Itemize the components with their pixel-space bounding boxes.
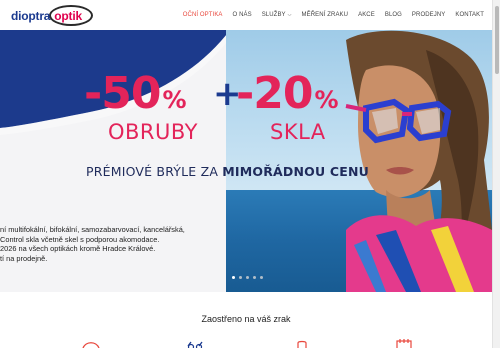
nav-item-kontakt[interactable]: KONTAKT (455, 12, 484, 18)
scrollbar-thumb[interactable] (495, 6, 499, 74)
slider-dot-5[interactable] (260, 276, 263, 279)
slider-dot-3[interactable] (246, 276, 249, 279)
hero-tagline: PRÉMIOVÉ BRÝLE ZA MIMOŘÁDNOU CENU (86, 164, 369, 179)
discount-lenses-value: -20 (236, 68, 313, 119)
tagline-normal: PRÉMIOVÉ BRÝLE ZA (86, 164, 223, 179)
main-nav: OČNÍ OPTIKA O NÁS SLUŽBY ⌵ MĚŘENÍ ZRAKU A… (173, 0, 484, 30)
page-scrollbar[interactable] (492, 0, 500, 348)
slider-dot-1[interactable] (232, 276, 235, 279)
logo-word-optik: optik (54, 8, 82, 23)
discount-lenses: -20% (236, 68, 339, 119)
discount-lenses-pct: % (314, 86, 339, 114)
lens-icon (297, 340, 307, 348)
label-frames: OBRUBY (108, 120, 198, 144)
hero-desc-line: Control skla včetně skel s podporou akom… (0, 234, 160, 244)
site-header: dioptra optik OČNÍ OPTIKA O NÁS SLUŽBY ⌵ … (0, 0, 492, 30)
tagline-bold: MIMOŘÁDNOU CENU (222, 164, 370, 179)
eye-icon (82, 342, 100, 348)
label-lenses: SKLA (270, 120, 326, 144)
discount-frames-pct: % (162, 86, 187, 114)
section-title: Zaostřeno na váš zrak (201, 314, 291, 324)
slider-dot-2[interactable] (239, 276, 242, 279)
hero-desc-line: 2026 na všech optikách kromě Hradce Král… (0, 244, 156, 254)
nav-item-sluzby[interactable]: SLUŽBY ⌵ (262, 12, 292, 18)
nav-item-prodejny[interactable]: PRODEJNY (412, 12, 445, 18)
nav-item-ocni-optika[interactable]: OČNÍ OPTIKA (183, 12, 223, 18)
nav-item-blog[interactable]: BLOG (385, 12, 402, 18)
discount-frames: -50% (84, 68, 187, 119)
slider-dots (232, 276, 267, 279)
calendar-icon (396, 339, 412, 348)
hero-slider[interactable]: -50% + -20% OBRUBY SKLA PRÉMIOVÉ BRÝLE Z… (0, 30, 492, 292)
feature-icons-row (0, 338, 492, 348)
logo[interactable]: dioptra optik (11, 5, 93, 26)
hero-desc-line: tí na prodejně. (0, 253, 48, 263)
discount-frames-value: -50 (84, 68, 161, 119)
nav-item-o-nas[interactable]: O NÁS (233, 12, 252, 18)
logo-word-dioptra: dioptra (11, 8, 51, 23)
slider-dot-4[interactable] (253, 276, 256, 279)
nav-item-akce[interactable]: AKCE (358, 12, 375, 18)
nav-item-sluzby-label: SLUŽBY (261, 12, 286, 18)
hero-desc-line: ní multifokální, bifokální, samozabarvov… (0, 225, 185, 234)
caret-down-icon: ⌵ (287, 12, 292, 18)
nav-item-mereni-zraku[interactable]: MĚŘENÍ ZRAKU (302, 12, 349, 18)
glasses-icon (187, 341, 203, 348)
hero-description: ní multifokální, bifokální, samozabarvov… (0, 225, 228, 263)
